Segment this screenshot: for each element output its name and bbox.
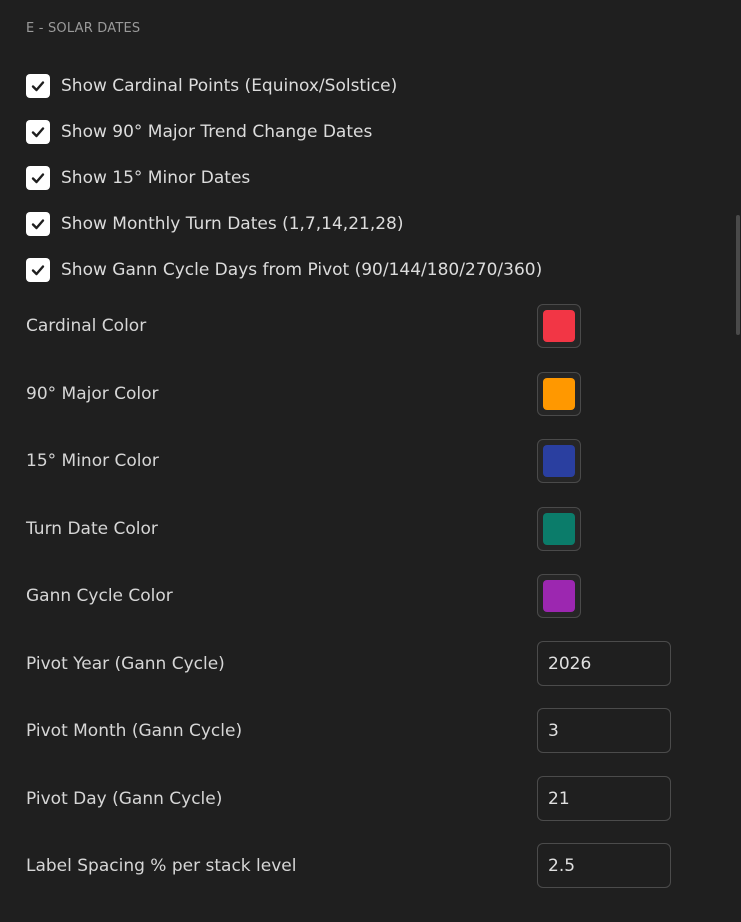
gann-cycle-color-picker[interactable] (537, 574, 581, 618)
checkbox-monthly-turn[interactable] (26, 212, 50, 236)
checkbox-row-gann-cycle[interactable]: Show Gann Cycle Days from Pivot (90/144/… (26, 258, 542, 282)
pivot-month-label: Pivot Month (Gann Cycle) (26, 721, 243, 741)
minor-color-label: 15° Minor Color (26, 451, 159, 471)
checkbox-row-90-major[interactable]: Show 90° Major Trend Change Dates (26, 120, 372, 144)
pivot-year-label: Pivot Year (Gann Cycle) (26, 654, 225, 674)
turn-date-color-picker[interactable] (537, 507, 581, 551)
label-spacing-input[interactable] (537, 843, 671, 888)
checkmark-icon (31, 173, 45, 184)
color-swatch (543, 513, 575, 545)
major-color-picker[interactable] (537, 372, 581, 416)
label-spacing-label: Label Spacing % per stack level (26, 856, 297, 876)
pivot-month-input[interactable] (537, 708, 671, 753)
checkbox-row-monthly-turn[interactable]: Show Monthly Turn Dates (1,7,14,21,28) (26, 212, 404, 236)
major-color-label: 90° Major Color (26, 384, 159, 404)
scrollbar[interactable] (735, 0, 741, 922)
section-title: E - SOLAR DATES (26, 21, 141, 36)
scrollbar-thumb[interactable] (736, 215, 740, 335)
checkbox-label: Show 90° Major Trend Change Dates (61, 122, 373, 142)
color-swatch (543, 445, 575, 477)
pivot-year-input[interactable] (537, 641, 671, 686)
checkmark-icon (31, 219, 45, 230)
checkbox-label: Show 15° Minor Dates (61, 168, 251, 188)
checkbox-90-major[interactable] (26, 120, 50, 144)
cardinal-color-picker[interactable] (537, 304, 581, 348)
cardinal-color-label: Cardinal Color (26, 316, 147, 336)
checkbox-gann-cycle[interactable] (26, 258, 50, 282)
checkbox-15-minor[interactable] (26, 166, 50, 190)
checkbox-label: Show Cardinal Points (Equinox/Solstice) (61, 76, 398, 96)
checkbox-label: Show Monthly Turn Dates (1,7,14,21,28) (61, 214, 404, 234)
pivot-day-label: Pivot Day (Gann Cycle) (26, 789, 223, 809)
checkmark-icon (31, 265, 45, 276)
minor-color-picker[interactable] (537, 439, 581, 483)
color-swatch (543, 580, 575, 612)
checkbox-cardinal-points[interactable] (26, 74, 50, 98)
checkmark-icon (31, 81, 45, 92)
color-swatch (543, 378, 575, 410)
gann-cycle-color-label: Gann Cycle Color (26, 586, 173, 606)
checkbox-row-15-minor[interactable]: Show 15° Minor Dates (26, 166, 250, 190)
turn-date-color-label: Turn Date Color (26, 519, 158, 539)
checkbox-row-cardinal-points[interactable]: Show Cardinal Points (Equinox/Solstice) (26, 74, 397, 98)
pivot-day-input[interactable] (537, 776, 671, 821)
color-swatch (543, 310, 575, 342)
checkmark-icon (31, 127, 45, 138)
checkbox-label: Show Gann Cycle Days from Pivot (90/144/… (61, 260, 543, 280)
